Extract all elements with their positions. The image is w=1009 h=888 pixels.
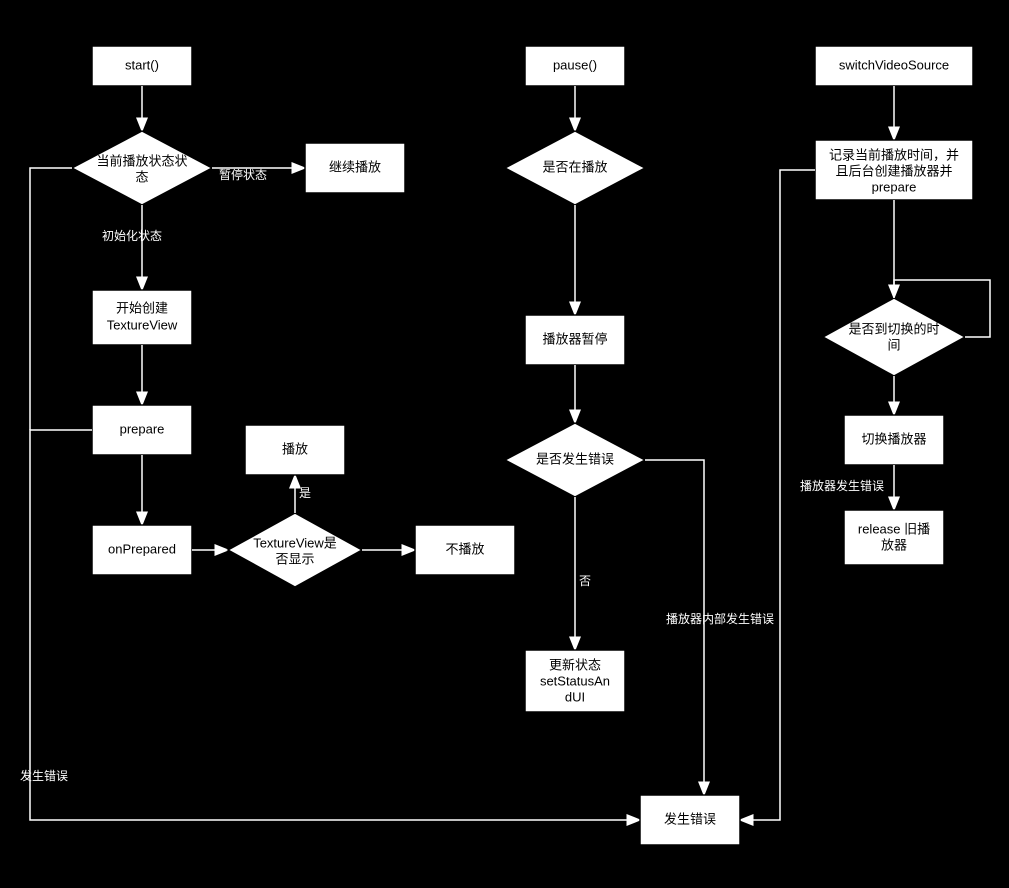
- node-error-label: 发生错误: [664, 811, 716, 826]
- edge-iserror-internal-label: 播放器内部发生错误: [666, 611, 774, 626]
- node-prepare-label: prepare: [120, 421, 165, 436]
- node-tvshown-label-2: 否显示: [275, 551, 314, 566]
- node-tvshown-label-1: TextureView是: [253, 535, 337, 550]
- node-record-label-3: prepare: [872, 179, 917, 194]
- edge-iserror-no-label: 否: [579, 574, 591, 588]
- node-play-label: 播放: [282, 441, 308, 456]
- node-switchplayer-label: 切换播放器: [861, 431, 926, 446]
- node-pause-label: pause(): [553, 57, 597, 72]
- node-switchsrc-label: switchVideoSource: [839, 57, 949, 72]
- edge-prepare-error-label: 发生错误: [20, 768, 68, 783]
- edge-record-error: [740, 170, 815, 820]
- node-onprepared-label: onPrepared: [108, 541, 176, 556]
- edge-state-resume-label2: 暂停状态: [219, 167, 267, 182]
- edge-tvshown-play-label: 是: [299, 486, 311, 500]
- node-releaseold-label-2: 放器: [881, 537, 907, 552]
- edge-iserror-internal: [645, 460, 704, 795]
- node-resume-label: 继续播放: [329, 159, 381, 174]
- node-state-label-1: 当前播放状态状: [96, 153, 187, 168]
- node-create-tv-label-1: 开始创建: [116, 300, 168, 315]
- node-updatestatus-label-2: setStatusAn: [540, 673, 610, 688]
- node-start-label: start(): [125, 57, 159, 72]
- node-isplaying-label: 是否在播放: [542, 159, 607, 174]
- edge-prepare-error: [30, 430, 640, 820]
- node-updatestatus-label-1: 更新状态: [549, 657, 601, 672]
- node-state-label-2: 态: [135, 169, 148, 184]
- node-record-label-1: 记录当前播放时间，并: [829, 147, 959, 162]
- node-record-label-2: 且后台创建播放器并: [835, 163, 952, 178]
- node-updatestatus-label-3: dUI: [565, 689, 585, 704]
- edge-record-error-label: 播放器发生错误: [800, 478, 884, 493]
- node-create-tv-label-2: TextureView: [107, 317, 178, 332]
- edge-state-create-label: 初始化状态: [102, 229, 162, 243]
- node-reachtime-label-1: 是否到切换的时: [848, 321, 939, 336]
- node-releaseold-label-1: release 旧播: [858, 521, 930, 536]
- node-playerpause-label: 播放器暂停: [542, 331, 607, 346]
- edge-state-left-down: [30, 168, 72, 430]
- node-noplay-label: 不播放: [445, 541, 484, 556]
- node-reachtime-label-2: 间: [887, 337, 900, 352]
- node-iserror-label: 是否发生错误: [536, 451, 614, 466]
